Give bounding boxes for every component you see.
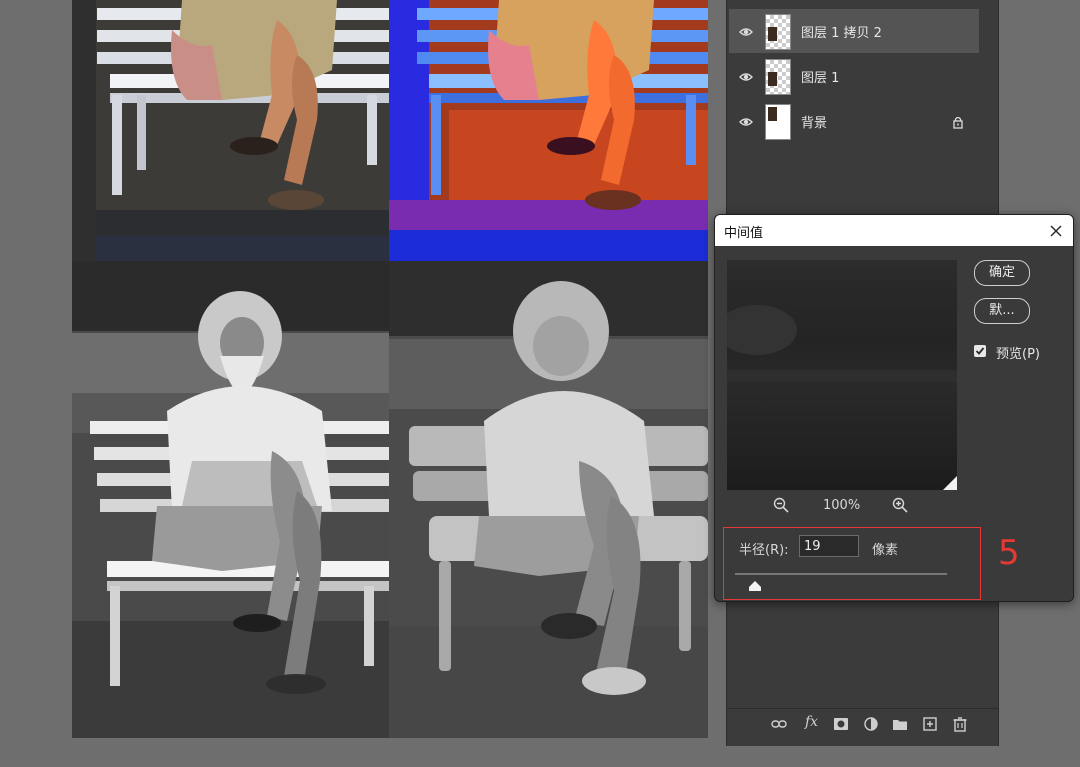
visibility-eye-icon[interactable] [739,69,753,83]
filter-preview-area[interactable] [727,260,957,490]
lock-icon[interactable] [951,114,965,129]
layer-name[interactable]: 背景 [801,112,827,131]
preview-checkbox[interactable] [974,345,986,357]
ok-button[interactable]: 确定 [974,260,1030,286]
zoom-level: 100% [823,498,861,513]
layer-name[interactable]: 图层 1 [801,67,839,86]
annotation-step-number: 5 [998,533,1020,573]
layer-thumbnail [765,104,791,140]
close-icon[interactable] [1049,223,1063,237]
layer-name[interactable]: 图层 1 拷贝 2 [801,22,882,41]
delete-layer-trash-icon[interactable] [952,716,968,732]
default-button[interactable]: 默... [974,298,1030,324]
layer-row-background[interactable]: 背景 [729,99,979,143]
document-canvas[interactable] [72,0,708,738]
layers-panel-footer: fx [727,708,998,739]
layer-style-fx-icon[interactable]: fx [805,714,818,730]
preview-label[interactable]: 预览(P) [996,343,1040,362]
photo-median-blur-quadrant [389,261,708,738]
link-layers-icon[interactable] [771,716,787,732]
photo-grayscale-quadrant [72,261,389,738]
visibility-eye-icon[interactable] [739,114,753,128]
photo-original-quadrant [72,0,389,261]
layer-thumbnail [765,59,791,95]
zoom-in-icon[interactable] [892,497,908,513]
layer-row-copy-2[interactable]: 图层 1 拷贝 2 [729,9,979,53]
adjustment-layer-icon[interactable] [863,716,879,732]
add-mask-icon[interactable] [833,716,849,732]
dialog-title: 中间值 [724,226,764,241]
visibility-eye-icon[interactable] [739,24,753,38]
new-layer-icon[interactable] [922,716,938,732]
layer-row-layer-1[interactable]: 图层 1 [729,54,979,98]
annotation-highlight-box [723,527,981,600]
layer-thumbnail [765,14,791,50]
new-group-folder-icon[interactable] [892,716,908,732]
zoom-out-icon[interactable] [773,497,789,513]
photo-color-effect-quadrant [389,0,708,261]
dialog-titlebar[interactable]: 中间值 [715,215,1073,246]
